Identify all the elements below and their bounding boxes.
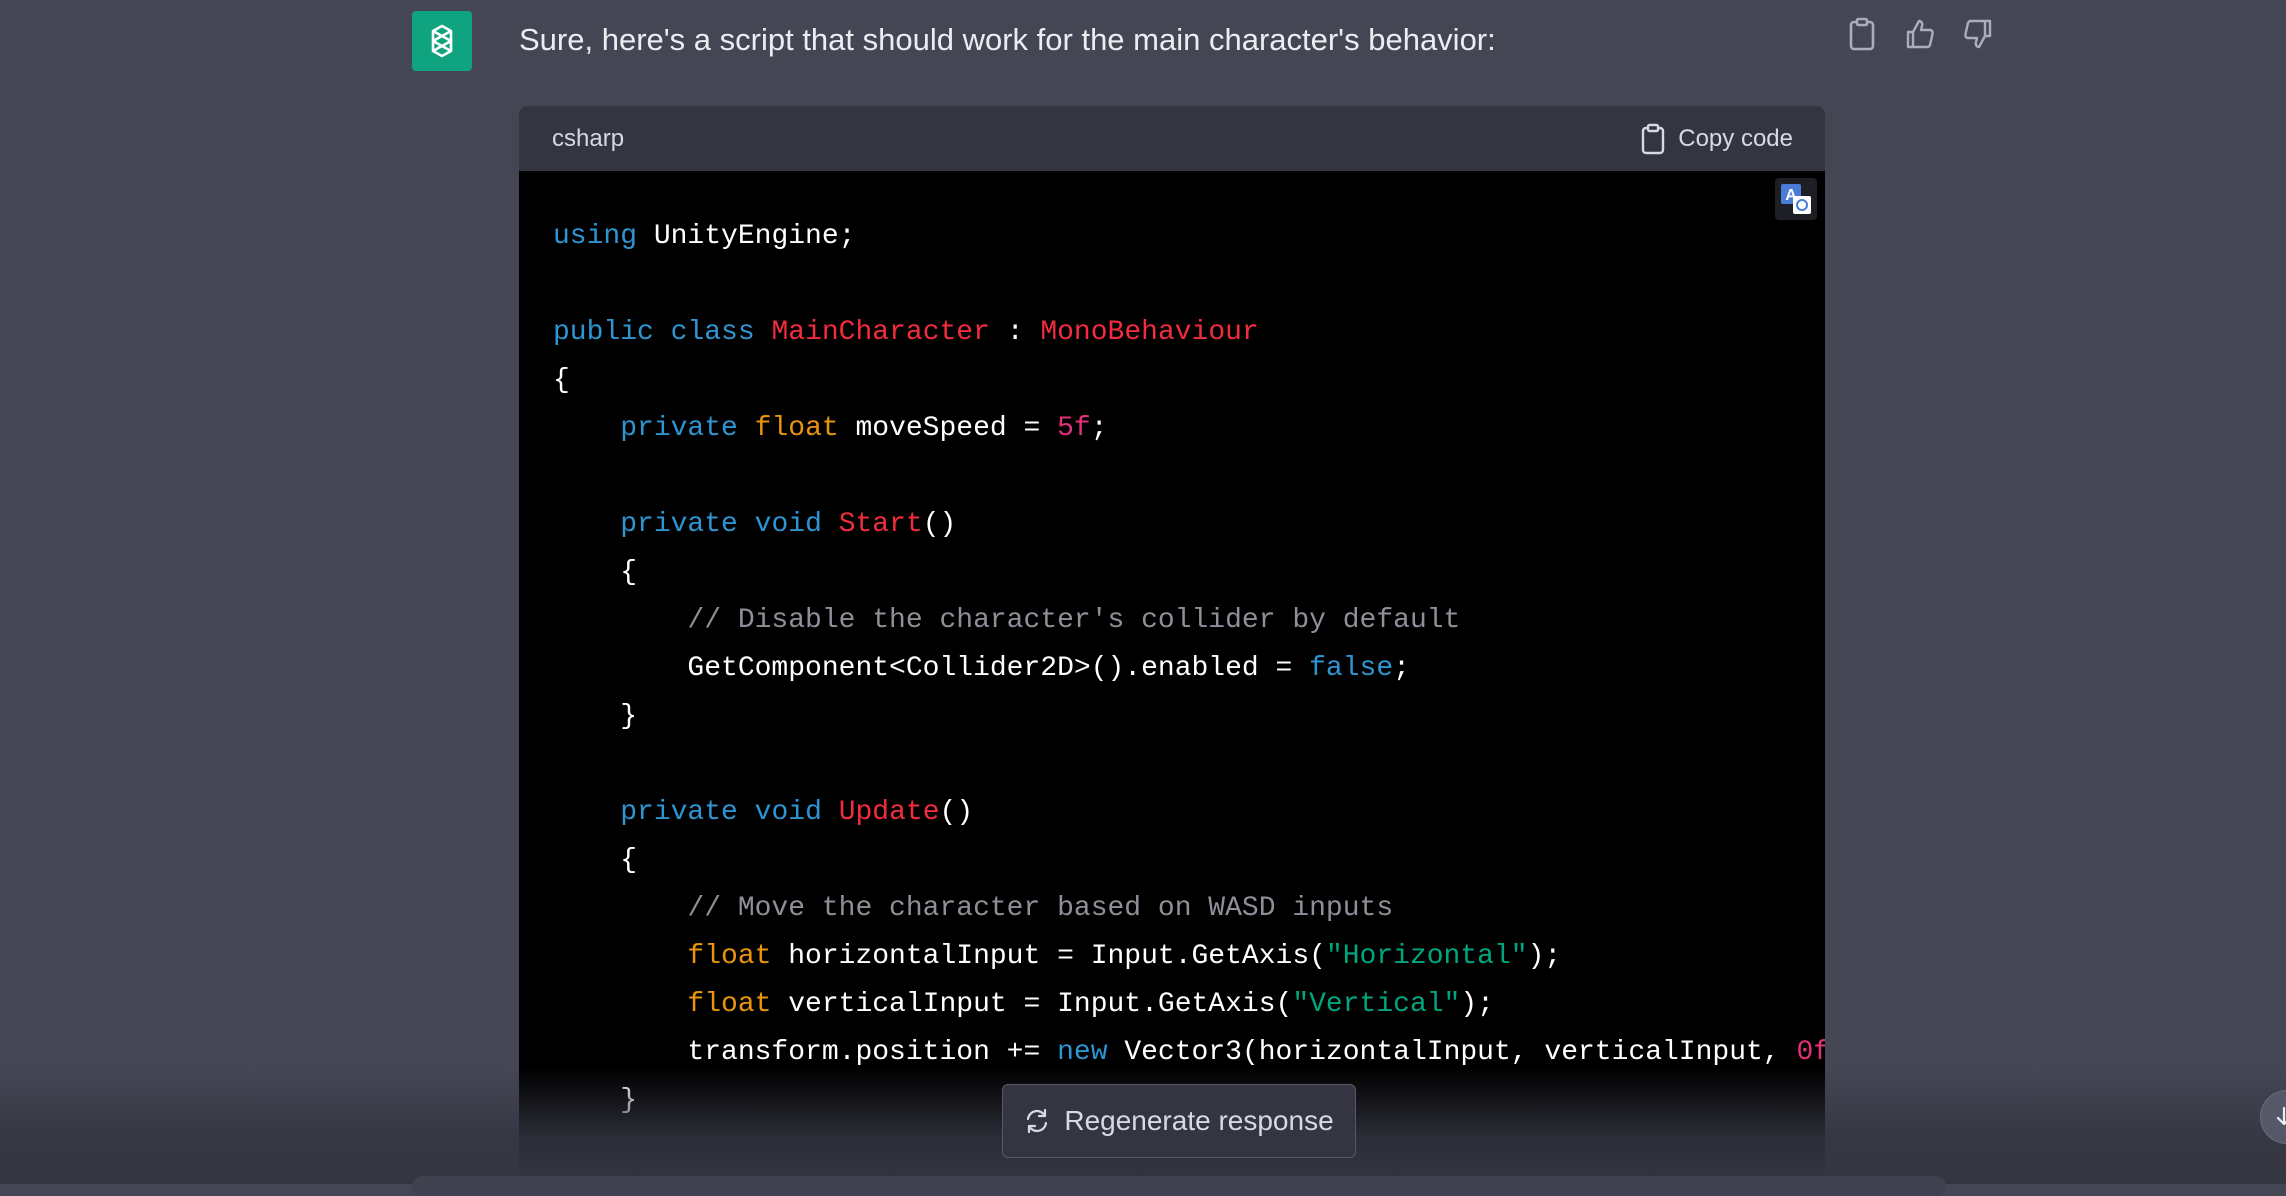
code-token: Start — [838, 509, 923, 540]
code-token: private — [620, 797, 738, 828]
code-line: // Move the character based on WASD inpu… — [553, 885, 1825, 933]
regenerate-label: Regenerate response — [1064, 1105, 1334, 1136]
copy-code-button[interactable]: Copy code — [1640, 123, 1793, 155]
code-token: new — [1057, 1037, 1108, 1068]
code-line: // Disable the character's collider by d… — [553, 597, 1825, 645]
clipboard-icon — [1849, 17, 1875, 51]
code-token: // Disable the character's collider by d… — [687, 605, 1461, 636]
translate-icon: A — [1781, 184, 1811, 214]
code-block: csharp Copy code A using UnityEngine; pu… — [519, 106, 1825, 1184]
code-token: : — [989, 317, 1041, 348]
code-line: float verticalInput = Input.GetAxis("Ver… — [553, 981, 1825, 1029]
code-token: ); — [1460, 989, 1494, 1020]
refresh-icon — [1027, 1108, 1048, 1134]
code-token: { — [553, 845, 638, 876]
code-token: "Horizontal" — [1325, 941, 1528, 972]
arrow-down-icon — [2276, 1106, 2286, 1126]
code-token: private — [620, 509, 738, 540]
code-line: using UnityEngine; — [553, 213, 1825, 261]
code-token: void — [754, 797, 822, 828]
message-actions — [1845, 14, 1995, 54]
code-block-header: csharp Copy code — [519, 106, 1825, 171]
code-line: GetComponent<Collider2D>().enabled = fal… — [553, 645, 1825, 693]
code-line: { — [553, 357, 1825, 405]
regenerate-response-button[interactable]: Regenerate response — [1002, 1084, 1356, 1158]
code-token: 5f — [1057, 413, 1091, 444]
code-token: using — [553, 221, 638, 252]
code-token: class — [670, 317, 755, 348]
code-line: private float moveSpeed = 5f; — [553, 405, 1825, 453]
code-language-label: csharp — [552, 124, 625, 152]
code-token: ; — [1393, 653, 1410, 684]
code-token: UnityEngine; — [637, 221, 856, 252]
code-token: () — [922, 509, 957, 540]
code-token: 0f — [1796, 1037, 1825, 1068]
code-token: verticalInput = Input.GetAxis( — [771, 989, 1293, 1020]
code-token: MonoBehaviour — [1040, 317, 1259, 348]
translate-extension-button[interactable]: A — [1775, 178, 1817, 220]
code-line: float horizontalInput = Input.GetAxis("H… — [553, 933, 1825, 981]
code-token: } — [553, 1085, 638, 1116]
code-token: Update — [838, 797, 940, 828]
code-token: // Move the character based on WASD inpu… — [687, 893, 1394, 924]
assistant-message-intro: Sure, here's a script that should work f… — [519, 22, 1496, 57]
code-token: "Vertical" — [1292, 989, 1461, 1020]
code-token: { — [553, 365, 570, 396]
code-line: private void Update() — [553, 789, 1825, 837]
code-token: horizontalInput = Input.GetAxis( — [771, 941, 1326, 972]
code-token: { — [553, 557, 638, 588]
code-token: () — [939, 797, 974, 828]
code-line: { — [553, 837, 1825, 885]
code-line: transform.position += new Vector3(horizo… — [553, 1029, 1825, 1077]
code-line: public class MainCharacter : MonoBehavio… — [553, 309, 1825, 357]
chat-input-area[interactable] — [412, 1176, 1946, 1196]
code-token: } — [553, 701, 638, 732]
assistant-avatar — [412, 11, 472, 71]
code-token: MainCharacter — [771, 317, 990, 348]
thumbs-down-button[interactable] — [1961, 14, 1995, 54]
code-line: { — [553, 549, 1825, 597]
code-token: GetComponent<Collider2D>().enabled = — [553, 653, 1310, 684]
copy-message-button[interactable] — [1845, 14, 1879, 54]
scroll-to-bottom-button[interactable] — [2260, 1090, 2286, 1144]
code-content: using UnityEngine; public class MainChar… — [519, 171, 1825, 1125]
code-token: moveSpeed = — [838, 413, 1058, 444]
code-token: transform.position += — [553, 1037, 1058, 1068]
code-token: ); — [1527, 941, 1562, 972]
code-token: private — [620, 413, 738, 444]
code-token: float — [687, 941, 772, 972]
code-token: float — [754, 413, 839, 444]
clipboard-icon — [1642, 123, 1665, 154]
thumbs-up-icon — [1906, 19, 1934, 49]
code-line: private void Start() — [553, 501, 1825, 549]
code-token: Vector3(horizontalInput, verticalInput, — [1107, 1037, 1797, 1068]
openai-logo-icon — [431, 24, 453, 58]
code-line: } — [553, 693, 1825, 741]
code-token: void — [754, 509, 822, 540]
code-token: false — [1309, 653, 1394, 684]
thumbs-up-button[interactable] — [1903, 14, 1937, 54]
code-token: ; — [1090, 413, 1108, 444]
code-token: public — [553, 317, 654, 348]
copy-code-label: Copy code — [1678, 124, 1793, 152]
thumbs-down-icon — [1964, 19, 1992, 49]
code-token: float — [687, 989, 772, 1020]
